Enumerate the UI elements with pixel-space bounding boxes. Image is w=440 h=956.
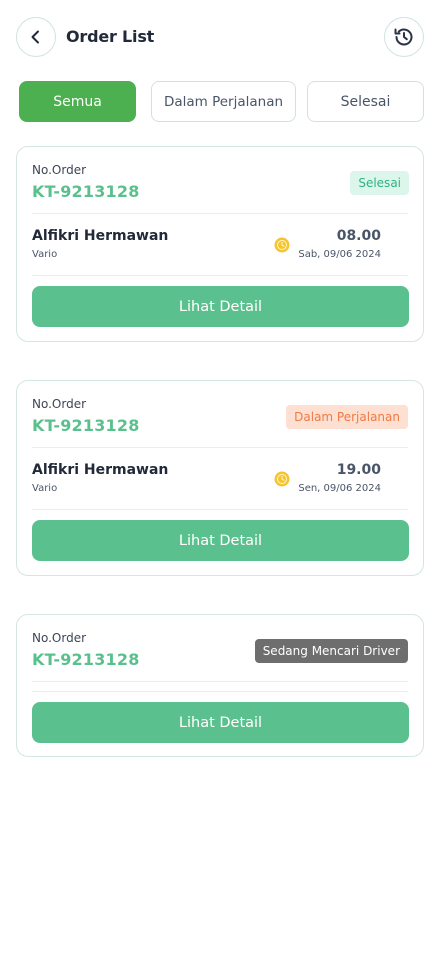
- vehicle-name: Vario: [32, 483, 58, 494]
- divider: [32, 447, 408, 448]
- status-badge: Selesai: [350, 171, 409, 195]
- status-badge: Dalam Perjalanan: [286, 405, 408, 429]
- clock-icon: [274, 237, 290, 253]
- divider: [32, 691, 408, 692]
- clock-icon: [274, 471, 290, 487]
- chevron-left-icon: [31, 30, 39, 44]
- driver-name: Alfikri Hermawan: [32, 228, 169, 244]
- order-id: KT-9213128: [32, 650, 140, 669]
- order-time: 19.00: [336, 462, 381, 478]
- status-badge: Sedang Mencari Driver: [254, 639, 408, 663]
- order-time: 08.00: [336, 228, 381, 244]
- history-icon: [394, 28, 413, 46]
- view-detail-button[interactable]: Lihat Detail: [32, 520, 409, 561]
- order-card: No.Order KT-9213128 Selesai Alfikri Herm…: [16, 146, 424, 342]
- divider: [32, 681, 408, 682]
- order-number-label: No.Order: [32, 631, 87, 645]
- tab-dalam-perjalanan[interactable]: Dalam Perjalanan: [151, 81, 296, 122]
- app-header: Order List: [0, 0, 440, 76]
- back-button[interactable]: [16, 17, 56, 57]
- order-date: Sen, 09/06 2024: [298, 483, 381, 494]
- page-title: Order List: [66, 27, 155, 46]
- divider: [32, 509, 408, 510]
- divider: [32, 213, 408, 214]
- order-card: No.Order KT-9213128 Sedang Mencari Drive…: [16, 614, 424, 757]
- order-id: KT-9213128: [32, 416, 140, 435]
- order-number-label: No.Order: [32, 163, 87, 177]
- tab-semua[interactable]: Semua: [19, 81, 136, 122]
- order-number-label: No.Order: [32, 397, 87, 411]
- driver-name: Alfikri Hermawan: [32, 462, 169, 478]
- divider: [32, 275, 408, 276]
- history-button[interactable]: [384, 17, 424, 57]
- tab-selesai[interactable]: Selesai: [307, 81, 424, 122]
- order-filter-tabs: Semua Dalam Perjalanan Selesai: [0, 81, 440, 122]
- view-detail-button[interactable]: Lihat Detail: [32, 702, 409, 743]
- view-detail-button[interactable]: Lihat Detail: [32, 286, 409, 327]
- vehicle-name: Vario: [32, 249, 58, 260]
- order-card: No.Order KT-9213128 Dalam Perjalanan Alf…: [16, 380, 424, 576]
- order-id: KT-9213128: [32, 182, 140, 201]
- order-date: Sab, 09/06 2024: [298, 249, 381, 260]
